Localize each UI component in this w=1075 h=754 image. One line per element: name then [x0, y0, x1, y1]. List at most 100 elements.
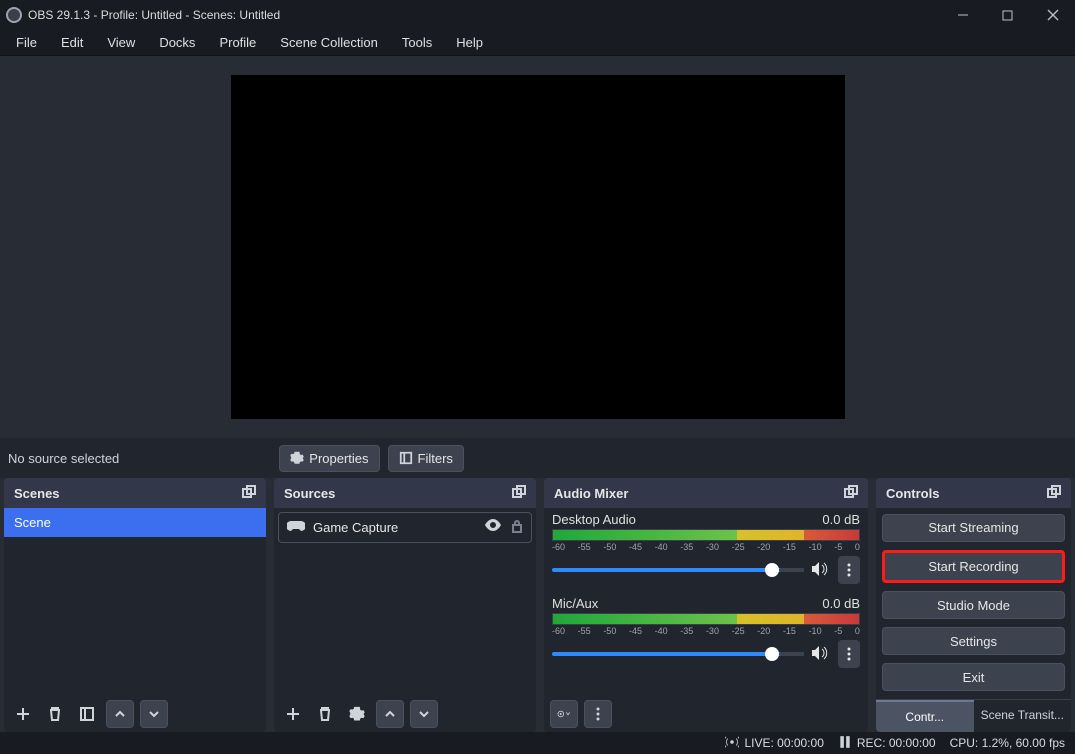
- panels-row: Scenes Scene: [0, 478, 1075, 732]
- dock-icon[interactable]: [844, 485, 858, 502]
- mixer-header[interactable]: Audio Mixer: [544, 478, 868, 508]
- scene-item[interactable]: Scene: [4, 508, 266, 537]
- source-move-down-button[interactable]: [410, 700, 438, 728]
- menu-view[interactable]: View: [95, 31, 147, 54]
- filters-button[interactable]: Filters: [388, 445, 464, 472]
- menu-profile[interactable]: Profile: [207, 31, 268, 54]
- properties-label: Properties: [309, 451, 368, 466]
- controls-header[interactable]: Controls: [876, 478, 1071, 508]
- sources-toolbar: [274, 696, 536, 732]
- tab-controls[interactable]: Contr...: [876, 700, 974, 732]
- gear-icon: [349, 706, 365, 722]
- controls-tabs: Contr... Scene Transit...: [876, 699, 1071, 732]
- status-live: LIVE: 00:00:00: [725, 735, 823, 752]
- controls-body: Start Streaming Start Recording Studio M…: [876, 508, 1071, 732]
- dock-icon[interactable]: [1047, 485, 1061, 502]
- mixer-list: Desktop Audio 0.0 dB -60-55-50-45-40-35-…: [544, 508, 868, 696]
- broadcast-icon: [725, 735, 739, 752]
- settings-button[interactable]: Settings: [882, 627, 1065, 655]
- trash-icon: [47, 706, 63, 722]
- menu-docks[interactable]: Docks: [147, 31, 207, 54]
- channel-options-button[interactable]: [838, 640, 860, 668]
- status-cpu: CPU: 1.2%, 60.00 fps: [950, 736, 1065, 750]
- gear-dropdown-icon: [556, 707, 572, 721]
- pause-icon: [838, 735, 852, 752]
- channel-db: 0.0 dB: [822, 512, 860, 527]
- dots-icon: [596, 707, 600, 721]
- start-recording-button[interactable]: Start Recording: [882, 550, 1065, 584]
- chevron-up-icon: [113, 707, 127, 721]
- audio-meter: [552, 529, 860, 541]
- statusbar: LIVE: 00:00:00 REC: 00:00:00 CPU: 1.2%, …: [0, 732, 1075, 754]
- volume-slider[interactable]: [552, 568, 804, 572]
- volume-slider[interactable]: [552, 652, 804, 656]
- maximize-button[interactable]: [985, 0, 1030, 30]
- mixer-toolbar: [544, 696, 868, 732]
- chevron-up-icon: [383, 707, 397, 721]
- add-source-button[interactable]: [280, 701, 306, 727]
- source-move-up-button[interactable]: [376, 700, 404, 728]
- gamepad-icon: [287, 520, 305, 535]
- exit-button[interactable]: Exit: [882, 663, 1065, 691]
- dots-icon: [847, 563, 851, 577]
- scene-move-up-button[interactable]: [106, 700, 134, 728]
- lock-icon[interactable]: [511, 519, 523, 536]
- sources-header[interactable]: Sources: [274, 478, 536, 508]
- mixer-settings-button[interactable]: [550, 700, 578, 728]
- remove-source-button[interactable]: [312, 701, 338, 727]
- properties-button[interactable]: Properties: [279, 445, 379, 472]
- tick-row: -60-55-50-45-40-35-30-25-20-15-10-50: [552, 542, 860, 552]
- scenes-toolbar: [4, 696, 266, 732]
- remove-scene-button[interactable]: [42, 701, 68, 727]
- mixer-panel: Audio Mixer Desktop Audio 0.0 dB -60-55-…: [544, 478, 868, 732]
- menu-file[interactable]: File: [4, 31, 49, 54]
- scene-move-down-button[interactable]: [140, 700, 168, 728]
- window-title: OBS 29.1.3 - Profile: Untitled - Scenes:…: [28, 8, 940, 22]
- mixer-options-button[interactable]: [584, 700, 612, 728]
- menubar: File Edit View Docks Profile Scene Colle…: [0, 30, 1075, 56]
- minimize-button[interactable]: [940, 0, 985, 30]
- chevron-down-icon: [147, 707, 161, 721]
- mixer-channel-desktop: Desktop Audio 0.0 dB -60-55-50-45-40-35-…: [552, 512, 860, 584]
- no-source-label: No source selected: [8, 451, 119, 466]
- sources-list: Game Capture: [274, 508, 536, 696]
- app-icon: [6, 7, 22, 23]
- window-controls: [940, 0, 1075, 30]
- channel-db: 0.0 dB: [822, 596, 860, 611]
- speaker-icon[interactable]: [812, 646, 830, 663]
- trash-icon: [317, 706, 333, 722]
- menu-help[interactable]: Help: [444, 31, 495, 54]
- filters-label: Filters: [418, 451, 453, 466]
- close-button[interactable]: [1030, 0, 1075, 30]
- menu-edit[interactable]: Edit: [49, 31, 95, 54]
- preview-area: [0, 56, 1075, 438]
- studio-mode-button[interactable]: Studio Mode: [882, 591, 1065, 619]
- tab-scene-transitions[interactable]: Scene Transit...: [974, 700, 1072, 732]
- sources-title: Sources: [284, 486, 335, 501]
- sources-panel: Sources Game Capture: [274, 478, 536, 732]
- scenes-header[interactable]: Scenes: [4, 478, 266, 508]
- eye-icon[interactable]: [485, 519, 501, 536]
- menu-scene-collection[interactable]: Scene Collection: [268, 31, 390, 54]
- scenes-list: Scene: [4, 508, 266, 696]
- dock-icon[interactable]: [242, 485, 256, 502]
- add-scene-button[interactable]: [10, 701, 36, 727]
- rec-text: REC: 00:00:00: [857, 736, 936, 750]
- channel-name: Desktop Audio: [552, 512, 636, 527]
- dock-icon[interactable]: [512, 485, 526, 502]
- titlebar: OBS 29.1.3 - Profile: Untitled - Scenes:…: [0, 0, 1075, 30]
- scenes-title: Scenes: [14, 486, 60, 501]
- channel-options-button[interactable]: [838, 556, 860, 584]
- scene-filters-button[interactable]: [74, 701, 100, 727]
- source-item[interactable]: Game Capture: [278, 512, 532, 543]
- source-properties-button[interactable]: [344, 701, 370, 727]
- tick-row: -60-55-50-45-40-35-30-25-20-15-10-50: [552, 626, 860, 636]
- menu-tools[interactable]: Tools: [390, 31, 444, 54]
- channel-name: Mic/Aux: [552, 596, 598, 611]
- preview-canvas[interactable]: [231, 75, 845, 419]
- scenes-panel: Scenes Scene: [4, 478, 266, 732]
- speaker-icon[interactable]: [812, 562, 830, 579]
- start-streaming-button[interactable]: Start Streaming: [882, 514, 1065, 542]
- live-text: LIVE: 00:00:00: [744, 736, 823, 750]
- mixer-channel-mic: Mic/Aux 0.0 dB -60-55-50-45-40-35-30-25-…: [552, 596, 860, 668]
